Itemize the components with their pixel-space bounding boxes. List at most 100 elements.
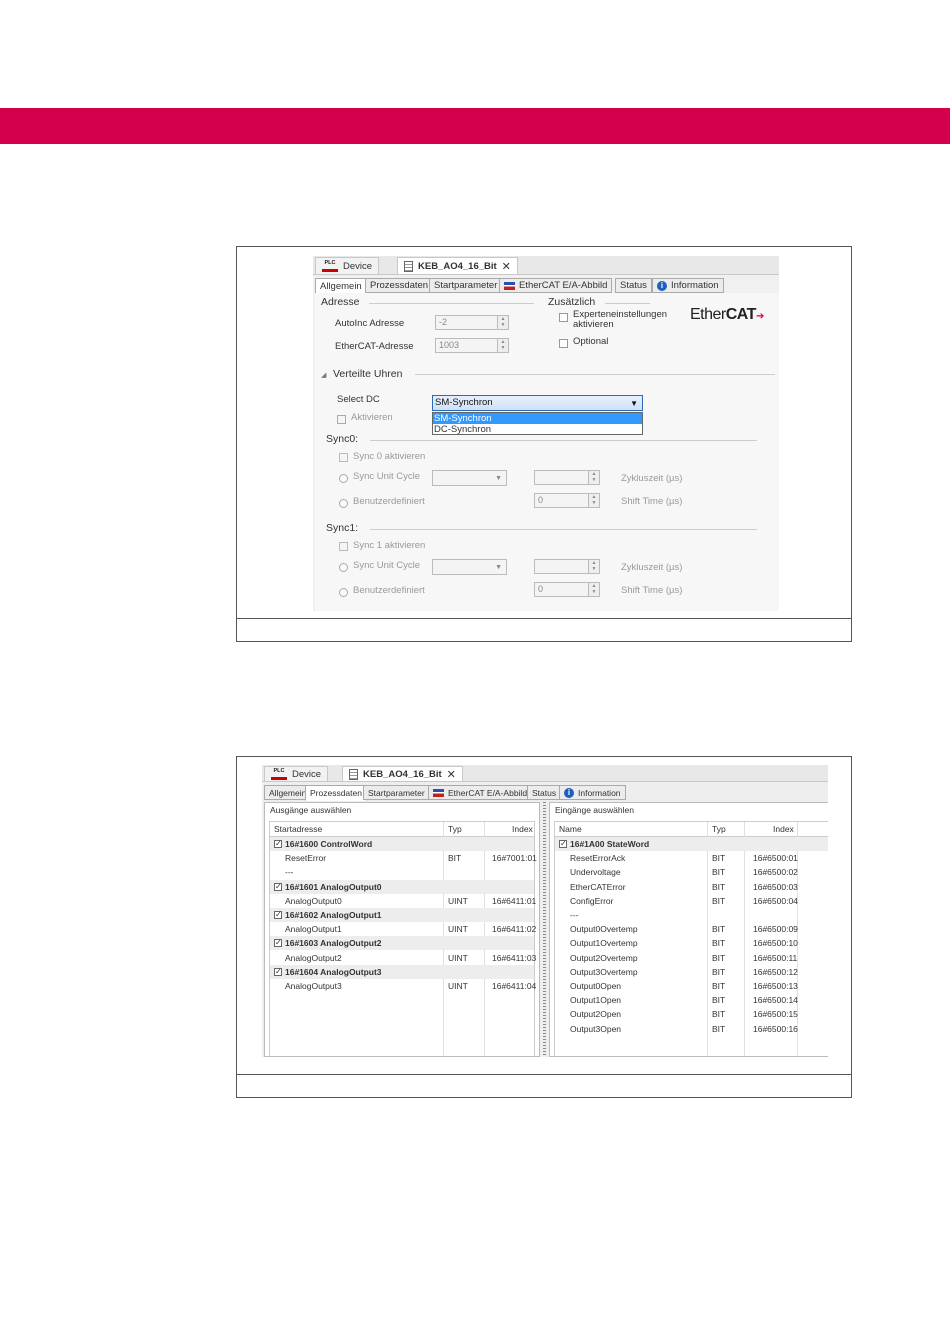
sync0-unit-cycle-select[interactable]: ▼ (432, 470, 507, 486)
select-dc-dropdown[interactable]: SM-Synchron ▼ (432, 395, 643, 411)
table-row[interactable]: Output2Overtemp BIT 16#6500:11 (555, 951, 828, 965)
experten-checkbox[interactable] (559, 313, 568, 322)
sync1-unit-cycle-radio[interactable] (339, 563, 348, 572)
document-tab-bar: PLC Device KEB_AO4_16_Bit ✕ (262, 765, 828, 782)
table-group-row[interactable]: ✓ 16#1604 AnalogOutput3 (270, 964, 534, 979)
row-checkbox[interactable]: ✓ (274, 840, 282, 848)
table-row[interactable]: Undervoltage BIT 16#6500:02 (555, 865, 828, 879)
table-row[interactable]: Output3Overtemp BIT 16#6500:12 (555, 965, 828, 979)
col-typ[interactable]: Typ (712, 824, 726, 834)
sync0-checkbox[interactable] (339, 453, 348, 462)
dc-option-sm-synchron[interactable]: SM-Synchron (433, 413, 642, 424)
tab-device[interactable]: PLC Device (315, 257, 380, 274)
table-row[interactable]: AnalogOutput0 UINT 16#6411:01 (270, 894, 536, 908)
autoinc-field[interactable]: -2 (435, 315, 499, 330)
table-row[interactable]: --- (270, 865, 534, 879)
table-group-row[interactable]: ✓ 16#1602 AnalogOutput1 (270, 908, 534, 922)
col-index[interactable]: Index (773, 824, 794, 834)
inputs-panel: Eingänge auswählen Name Typ Index ✓ 16#1A… (549, 802, 828, 1057)
ethercat-address-field[interactable]: 1003 (435, 338, 499, 353)
chevron-down-icon: ▼ (495, 564, 502, 571)
panel-splitter[interactable] (543, 802, 546, 1057)
tab-label: Status (532, 787, 557, 798)
table-row[interactable]: ResetErrorAck BIT 16#6500:01 (555, 851, 828, 865)
header-banner (0, 108, 950, 144)
sync0-zykluszeit-spinner[interactable]: ▲ ▼ (588, 470, 600, 485)
sync0-unit-cycle-radio[interactable] (339, 474, 348, 483)
table-group-row[interactable]: ✓ 16#1603 AnalogOutput2 (270, 936, 534, 951)
close-icon[interactable]: ✕ (502, 260, 511, 273)
row-checkbox[interactable]: ✓ (274, 882, 282, 891)
cell-index: 16#6500:10 (753, 938, 798, 949)
col-typ[interactable]: Typ (448, 824, 462, 834)
sync1-zykluszeit-spinner[interactable]: ▲ ▼ (588, 559, 600, 574)
table-row[interactable]: Output0Overtemp BIT 16#6500:09 (555, 922, 828, 936)
table-group-row[interactable]: ✓ 16#1A00 StateWord (555, 837, 828, 851)
collapse-icon[interactable]: ◢ (321, 371, 326, 379)
tab-prozessdaten[interactable]: Prozessdaten (365, 278, 434, 293)
tab-status[interactable]: Status (527, 785, 562, 800)
tab-status[interactable]: Status (615, 278, 652, 293)
document-tab-bar: PLC Device KEB_AO4_16_Bit ✕ (313, 256, 779, 275)
table-row[interactable]: Output0Open BIT 16#6500:13 (555, 979, 828, 993)
tab-prozessdaten[interactable]: Prozessdaten (305, 785, 367, 801)
divider (370, 440, 757, 441)
cell-name: AnalogOutput1 (285, 924, 342, 935)
sync1-checkbox[interactable] (339, 542, 348, 551)
tab-allgemein[interactable]: Allgemein (315, 278, 367, 294)
sync0-benutzer-radio[interactable] (339, 499, 348, 508)
table-row[interactable]: AnalogOutput1 UINT 16#6411:02 (270, 922, 536, 936)
aktivieren-checkbox[interactable] (337, 415, 346, 424)
table-group-row[interactable]: ✓ 16#1600 ControlWord (270, 837, 534, 851)
sync1-zykluszeit-field[interactable] (534, 559, 590, 574)
sync0-zykluszeit-field[interactable] (534, 470, 590, 485)
cell-index: 16#6500:16 (753, 1023, 798, 1034)
autoinc-spinner[interactable]: ▲ ▼ (497, 315, 509, 330)
tab-information[interactable]: i Information (559, 785, 626, 800)
sync1-unit-cycle-select[interactable]: ▼ (432, 559, 507, 575)
row-checkbox[interactable]: ✓ (559, 840, 567, 848)
tab-module[interactable]: KEB_AO4_16_Bit ✕ (397, 257, 518, 274)
col-name[interactable]: Name (559, 824, 582, 834)
table-row[interactable]: ConfigError BIT 16#6500:04 (555, 894, 828, 908)
close-icon[interactable]: ✕ (447, 768, 456, 781)
table-row[interactable]: ResetError BIT 16#7001:01 (270, 851, 537, 865)
sync0-shift-spinner[interactable]: ▲ ▼ (588, 493, 600, 508)
sync1-shift-spinner[interactable]: ▲ ▼ (588, 582, 600, 597)
tab-ethercat-abbild[interactable]: EtherCAT E/A-Abbild (428, 785, 533, 800)
sync0-shift-field[interactable]: 0 (534, 493, 590, 508)
optional-checkbox[interactable] (559, 339, 568, 348)
screenshot-general-tab: PLC Device KEB_AO4_16_Bit ✕ Allgemein Pr… (313, 256, 779, 611)
tab-device[interactable]: PLC Device (264, 766, 329, 781)
dc-option-dc-synchron[interactable]: DC-Synchron (433, 424, 642, 435)
table-row[interactable]: --- (555, 908, 828, 922)
table-row[interactable]: Output3Open BIT 16#6500:16 (555, 1022, 828, 1036)
cell-index: 16#6500:13 (753, 981, 798, 991)
cell-typ: UINT (448, 981, 468, 991)
col-startadresse[interactable]: Startadresse (274, 824, 322, 834)
row-checkbox[interactable]: ✓ (274, 939, 282, 948)
table-row[interactable]: Output1Overtemp BIT 16#6500:10 (555, 936, 828, 950)
experten-label-line2: aktivieren (573, 319, 614, 330)
cell-name: 16#1602 AnalogOutput1 (285, 910, 382, 920)
table-row[interactable]: AnalogOutput3 UINT 16#6411:04 (270, 979, 536, 993)
info-icon: i (564, 787, 574, 798)
ethercat-address-spinner[interactable]: ▲ ▼ (497, 338, 509, 353)
row-checkbox[interactable]: ✓ (274, 967, 282, 976)
tab-module[interactable]: KEB_AO4_16_Bit ✕ (342, 766, 463, 781)
table-group-row[interactable]: ✓ 16#1601 AnalogOutput0 (270, 879, 534, 894)
row-checkbox[interactable]: ✓ (274, 911, 282, 919)
table-row[interactable]: EtherCATError BIT 16#6500:03 (555, 880, 828, 894)
sync1-shift-field[interactable]: 0 (534, 582, 590, 597)
tab-ethercat-abbild[interactable]: EtherCAT E/A-Abbild (499, 278, 613, 293)
table-row[interactable]: Output2Open BIT 16#6500:15 (555, 1007, 828, 1021)
tab-startparameter[interactable]: Startparameter (429, 278, 503, 293)
table-row[interactable]: Output1Open BIT 16#6500:14 (555, 993, 828, 1007)
sync1-benutzer-label: Benutzerdefiniert (353, 585, 425, 596)
col-index[interactable]: Index (512, 824, 533, 834)
tab-label: Prozessdaten (310, 788, 362, 798)
table-row[interactable]: AnalogOutput2 UINT 16#6411:03 (270, 951, 536, 965)
tab-startparameter[interactable]: Startparameter (363, 785, 430, 800)
tab-information[interactable]: i Information (652, 278, 724, 293)
sync1-benutzer-radio[interactable] (339, 588, 348, 597)
